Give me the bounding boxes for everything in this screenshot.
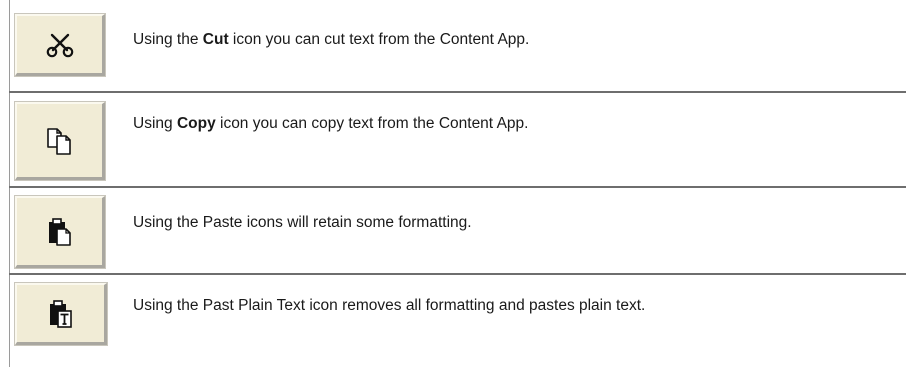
cut-button[interactable] — [15, 14, 105, 76]
cut-row: Using the Cut icon you can cut text from… — [9, 0, 906, 93]
paste-plain-text-row: Using the Past Plain Text icon removes a… — [9, 275, 906, 367]
paste-icon — [47, 217, 73, 247]
copy-icon — [45, 126, 75, 156]
paste-plain-text-icon — [48, 299, 74, 329]
cut-description: Using the Cut icon you can cut text from… — [133, 31, 530, 48]
copy-button[interactable] — [15, 102, 105, 180]
paste-plain-text-button[interactable] — [15, 283, 107, 345]
clipboard-help-document: Using the Cut icon you can cut text from… — [0, 0, 906, 367]
scissors-icon — [45, 32, 75, 58]
copy-description: Using Copy icon you can copy text from t… — [133, 115, 529, 132]
paste-description: Using the Paste icons will retain some f… — [133, 214, 472, 231]
paste-row: Using the Paste icons will retain some f… — [9, 188, 906, 275]
paste-button[interactable] — [15, 196, 105, 268]
copy-row: Using Copy icon you can copy text from t… — [9, 93, 906, 188]
paste-plain-text-description: Using the Past Plain Text icon removes a… — [133, 297, 646, 314]
